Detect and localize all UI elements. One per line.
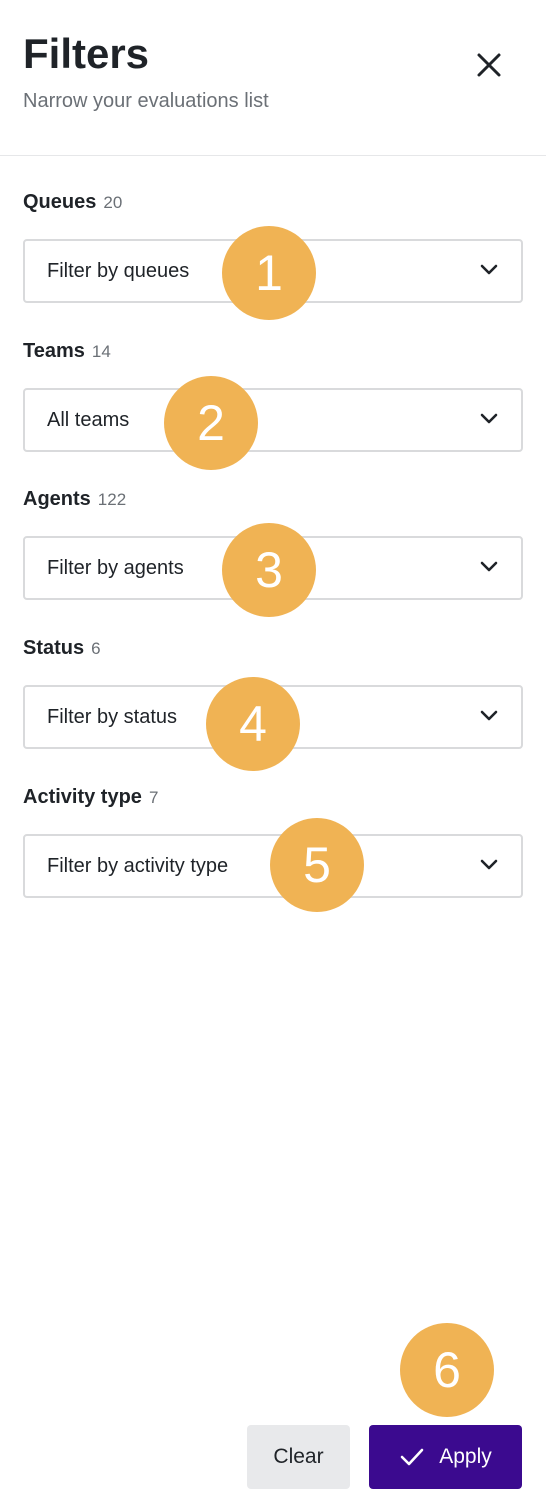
filter-count-activity-type: 7 <box>148 788 159 807</box>
chevron-down-icon <box>480 710 498 721</box>
filter-group-activity-type: Activity type 7 Filter by activity type <box>23 786 523 898</box>
apply-button[interactable]: Apply <box>369 1425 522 1489</box>
callout-badge-6: 6 <box>400 1323 494 1417</box>
teams-select[interactable]: All teams <box>23 388 523 452</box>
filter-group-queues: Queues 20 Filter by queues <box>23 191 523 303</box>
filter-label-teams: Teams <box>23 340 85 362</box>
clear-button[interactable]: Clear <box>247 1425 350 1489</box>
filter-group-status: Status 6 Filter by status <box>23 637 523 749</box>
filter-count-status: 6 <box>91 639 101 658</box>
filter-count-queues: 20 <box>103 193 123 212</box>
queues-select-value: Filter by queues <box>47 260 190 282</box>
filters-header: Filters Narrow your evaluations list <box>0 0 546 156</box>
callout-badge-4: 4 <box>206 677 300 771</box>
agents-select-value: Filter by agents <box>47 557 184 579</box>
chevron-down-icon <box>480 264 498 275</box>
callout-badge-5: 5 <box>270 818 364 912</box>
filter-group-agents: Agents 122 Filter by agents <box>23 488 523 600</box>
filter-label-status: Status <box>23 637 85 659</box>
callout-badge-3: 3 <box>222 523 316 617</box>
filter-group-teams: Teams 14 All teams <box>23 340 523 452</box>
close-button[interactable] <box>468 44 510 86</box>
chevron-down-icon <box>480 859 498 870</box>
page-subtitle: Narrow your evaluations list <box>23 90 269 112</box>
activity-type-select-value: Filter by activity type <box>47 855 229 877</box>
teams-select-value: All teams <box>47 409 130 431</box>
clear-button-label: Clear <box>273 1445 324 1468</box>
chevron-down-icon <box>480 413 498 424</box>
filter-label-agents: Agents <box>23 488 91 510</box>
filter-label-queues: Queues <box>23 191 97 213</box>
filter-count-teams: 14 <box>91 342 111 361</box>
status-select-value: Filter by status <box>47 706 178 728</box>
page-title: Filters <box>23 30 150 77</box>
callout-badge-1: 1 <box>222 226 316 320</box>
filter-count-agents: 122 <box>97 490 127 509</box>
close-icon <box>477 53 501 77</box>
chevron-down-icon <box>480 561 498 572</box>
callout-badge-2: 2 <box>164 376 258 470</box>
apply-button-label: Apply <box>439 1445 492 1468</box>
check-icon <box>400 1448 424 1466</box>
filter-label-activity-type: Activity type <box>23 786 142 808</box>
